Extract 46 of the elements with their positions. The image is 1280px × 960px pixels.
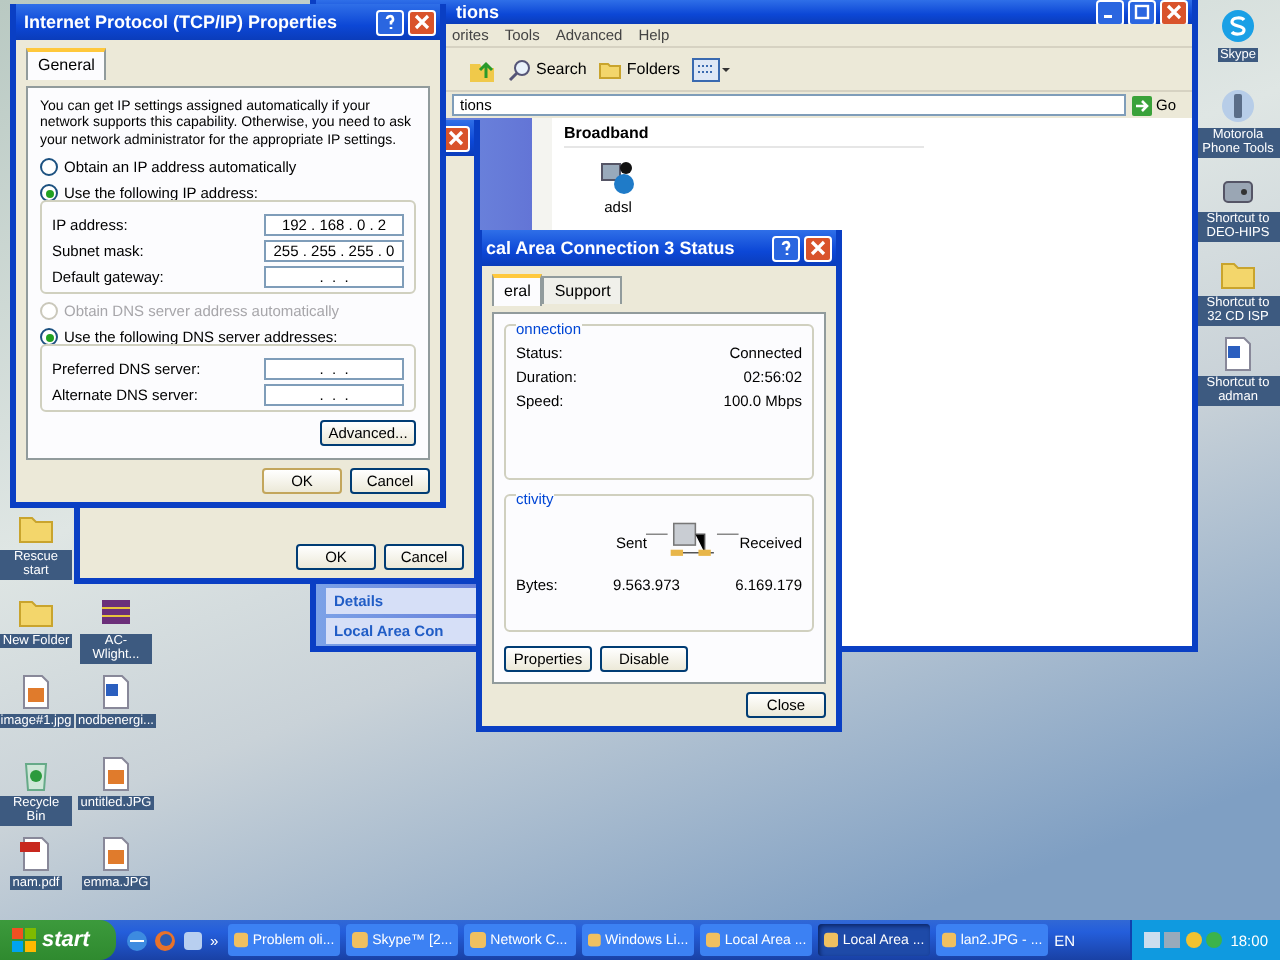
window-title: tions	[456, 2, 501, 22]
close-icon	[810, 240, 826, 256]
image-file-icon	[98, 836, 134, 872]
maximize-icon	[1134, 4, 1150, 20]
help-icon	[778, 240, 794, 256]
minimize-button[interactable]	[1096, 0, 1124, 25]
app-icon	[470, 932, 487, 948]
tab[interactable]: Support	[542, 276, 623, 304]
tab[interactable]: General	[26, 48, 107, 80]
windows-logo-icon	[12, 928, 36, 952]
window-title: Internet Protocol (TCP/IP) Properties	[24, 12, 340, 32]
image-file-icon	[18, 674, 54, 710]
close-icon	[414, 14, 430, 30]
pdf-file-icon	[18, 836, 54, 872]
maximize-button[interactable]	[1128, 0, 1156, 25]
search-icon	[508, 57, 532, 81]
app-icon	[234, 932, 249, 948]
search-button[interactable]: Search	[508, 57, 587, 81]
skype-icon	[1220, 8, 1256, 44]
views-icon[interactable]	[692, 57, 733, 81]
app-icon	[352, 932, 369, 948]
app-icon	[706, 932, 721, 948]
archive-icon	[98, 594, 134, 630]
group-heading: Broadband	[564, 124, 924, 148]
document-icon	[98, 674, 134, 710]
close-icon	[448, 130, 464, 146]
app-icon	[942, 932, 957, 948]
close-button[interactable]	[408, 9, 436, 35]
tray-icons-drawing	[1144, 930, 1225, 950]
image-file-icon	[98, 756, 134, 792]
close-button[interactable]	[1160, 0, 1188, 25]
start-button[interactable]: start	[0, 920, 116, 960]
close-icon	[1166, 4, 1182, 20]
help-button[interactable]	[772, 235, 800, 261]
help-button[interactable]	[376, 9, 404, 35]
tab[interactable]: eral	[492, 274, 543, 306]
network-connection-icon	[600, 160, 636, 196]
folders-button[interactable]: Folders	[598, 57, 681, 81]
application-icon[interactable]	[182, 929, 204, 951]
app-icon	[824, 932, 839, 948]
help-icon	[382, 14, 398, 30]
folder-icon	[598, 57, 623, 81]
close-button[interactable]	[804, 235, 832, 261]
window-title: cal Area Connection 3 Status	[486, 238, 737, 258]
document-icon	[1220, 336, 1256, 372]
app-icon	[588, 932, 602, 948]
